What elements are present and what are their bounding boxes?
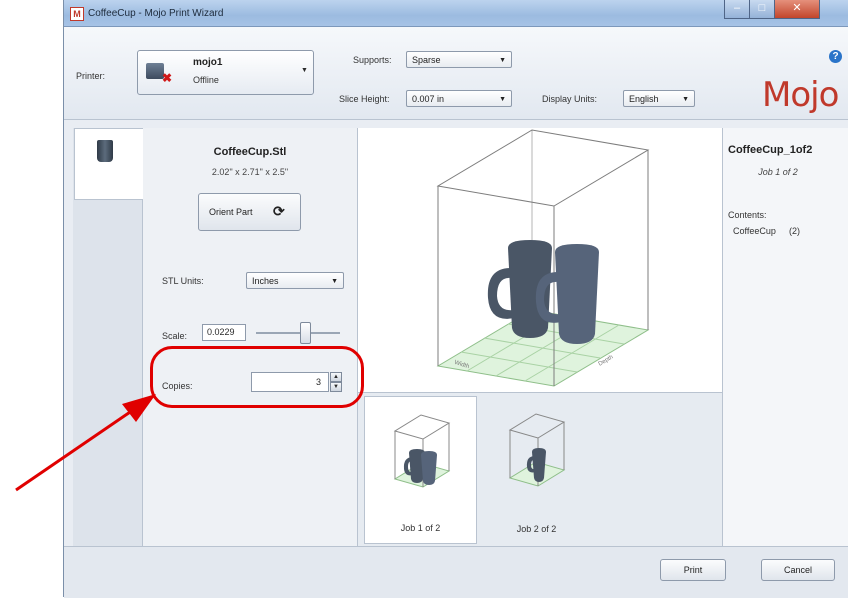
annotation-arrow <box>15 394 156 492</box>
